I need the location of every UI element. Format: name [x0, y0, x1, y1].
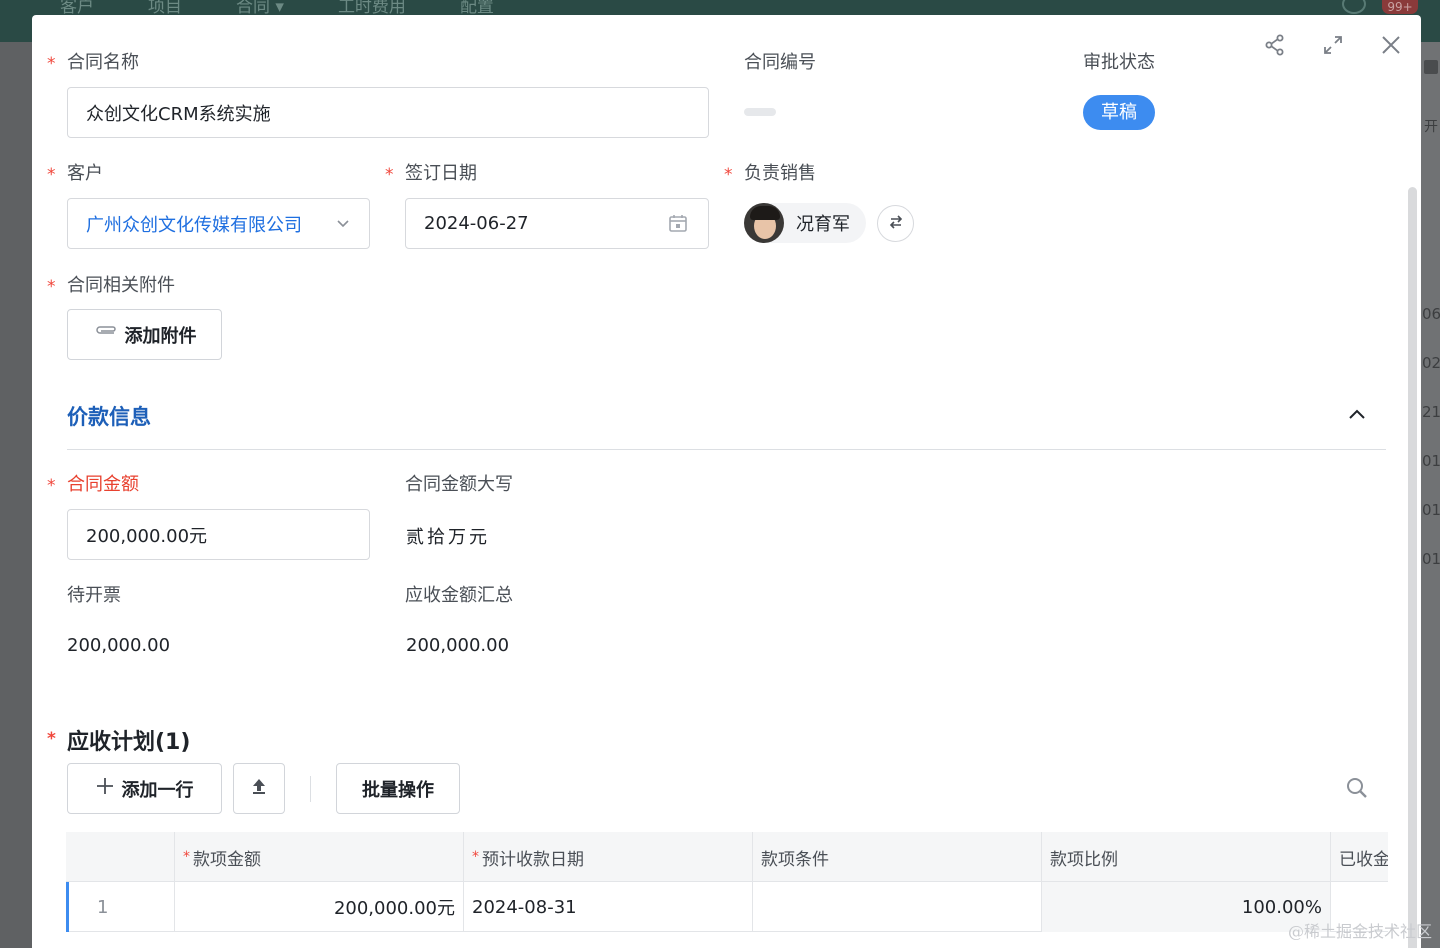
row-index: 1 [66, 882, 175, 932]
contract-no-empty [744, 108, 776, 116]
sales-chip[interactable]: 况育军 [744, 203, 866, 243]
background-nav-item: 客户 [60, 0, 94, 17]
column-header-ratio[interactable]: 款项比例 [1042, 832, 1331, 882]
upload-icon [251, 777, 267, 800]
column-header-condition[interactable]: 款项条件 [753, 832, 1042, 882]
cell-amount[interactable]: 200,000.00元 [175, 882, 464, 932]
cell-condition[interactable] [753, 882, 1042, 932]
toolbar-separator [310, 776, 311, 802]
customer-label: * 客户 [47, 163, 103, 185]
share-icon[interactable] [1261, 31, 1289, 59]
watermark: @稀土掘金技术社区 [1287, 922, 1432, 941]
sign-date-label: * 签订日期 [385, 163, 477, 185]
calendar-icon[interactable] [668, 213, 688, 238]
avatar [744, 203, 784, 243]
pending-invoice-label: 待开票 [67, 585, 121, 606]
close-icon[interactable] [1377, 31, 1405, 59]
background-nav: 客户 项目 合同 ▾ 工时费用 配置 [60, 0, 494, 17]
attachments-label: * 合同相关附件 [47, 275, 175, 297]
sales-label: * 负责销售 [724, 163, 816, 185]
pending-invoice-value: 200,000.00 [67, 635, 171, 656]
price-section-title: 价款信息 [67, 405, 151, 429]
add-row-button[interactable]: 添加一行 [67, 763, 222, 814]
receivable-total-label: 应收金额汇总 [405, 585, 513, 606]
background-text: 开 [1424, 119, 1438, 135]
amount-upper-value: 贰拾万元 [406, 527, 490, 548]
upload-button[interactable] [233, 763, 285, 814]
contract-amount-label: * 合同金额 [47, 474, 139, 496]
contract-name-input[interactable]: 众创文化CRM系统实施 [67, 87, 709, 138]
cell-date[interactable]: 2024-08-31 [464, 882, 753, 932]
background-nav-item: 合同 ▾ [236, 0, 284, 17]
status-badge: 草稿 [1083, 95, 1155, 130]
contract-name-label: * 合同名称 [47, 52, 139, 74]
receivable-plan-title: * 应收计划(1) [47, 729, 191, 755]
chevron-down-icon [335, 215, 351, 236]
contract-amount-input[interactable]: 200,000.00元 [67, 509, 370, 560]
batch-operation-button[interactable]: 批量操作 [336, 763, 460, 814]
background-nav-item: 工时费用 [337, 0, 406, 17]
contract-modal: * 合同名称 众创文化CRM系统实施 合同编号 审批状态 草稿 * 客户 广州众创文… [32, 15, 1421, 948]
comment-icon [1424, 60, 1438, 74]
modal-actions [1261, 31, 1405, 59]
column-header-index [66, 832, 175, 882]
section-divider [67, 449, 1386, 450]
search-icon[interactable] [1345, 776, 1369, 804]
sign-date-input[interactable]: 2024-06-27 [405, 198, 709, 249]
contract-no-label: 合同编号 [744, 52, 816, 73]
background-numbers: 06 02 21 01 01 01 [1422, 305, 1440, 568]
background-nav-item: 配置 [459, 0, 494, 17]
paperclip-icon [93, 324, 117, 345]
receivable-total-value: 200,000.00 [406, 635, 510, 656]
customer-select[interactable]: 广州众创文化传媒有限公司 [67, 198, 370, 249]
table-row[interactable]: 1 200,000.00元 2024-08-31 100.00% [66, 882, 1388, 932]
sales-name: 况育军 [796, 214, 850, 235]
background-nav-item: 项目 [148, 0, 182, 17]
check-circle-icon [1342, 0, 1366, 14]
notification-badge: 99+ [1382, 0, 1418, 14]
swap-sales-button[interactable] [877, 205, 914, 242]
plus-icon [96, 777, 114, 800]
modal-scrollbar[interactable] [1408, 187, 1417, 948]
table-header: * 款项金额 * 预计收款日期 款项条件 款项比例 已收金 [66, 832, 1388, 882]
column-header-amount[interactable]: * 款项金额 [175, 832, 464, 882]
approval-status-label: 审批状态 [1083, 52, 1155, 73]
background-right-panel: 开 06 02 21 01 01 01 [1420, 42, 1440, 948]
chevron-up-icon[interactable] [1347, 405, 1367, 429]
column-header-received[interactable]: 已收金 [1331, 832, 1388, 882]
amount-upper-label: 合同金额大写 [405, 474, 513, 495]
swap-icon [887, 213, 905, 235]
add-attachment-button[interactable]: 添加附件 [67, 309, 222, 360]
column-header-date[interactable]: * 预计收款日期 [464, 832, 753, 882]
expand-icon[interactable] [1319, 31, 1347, 59]
